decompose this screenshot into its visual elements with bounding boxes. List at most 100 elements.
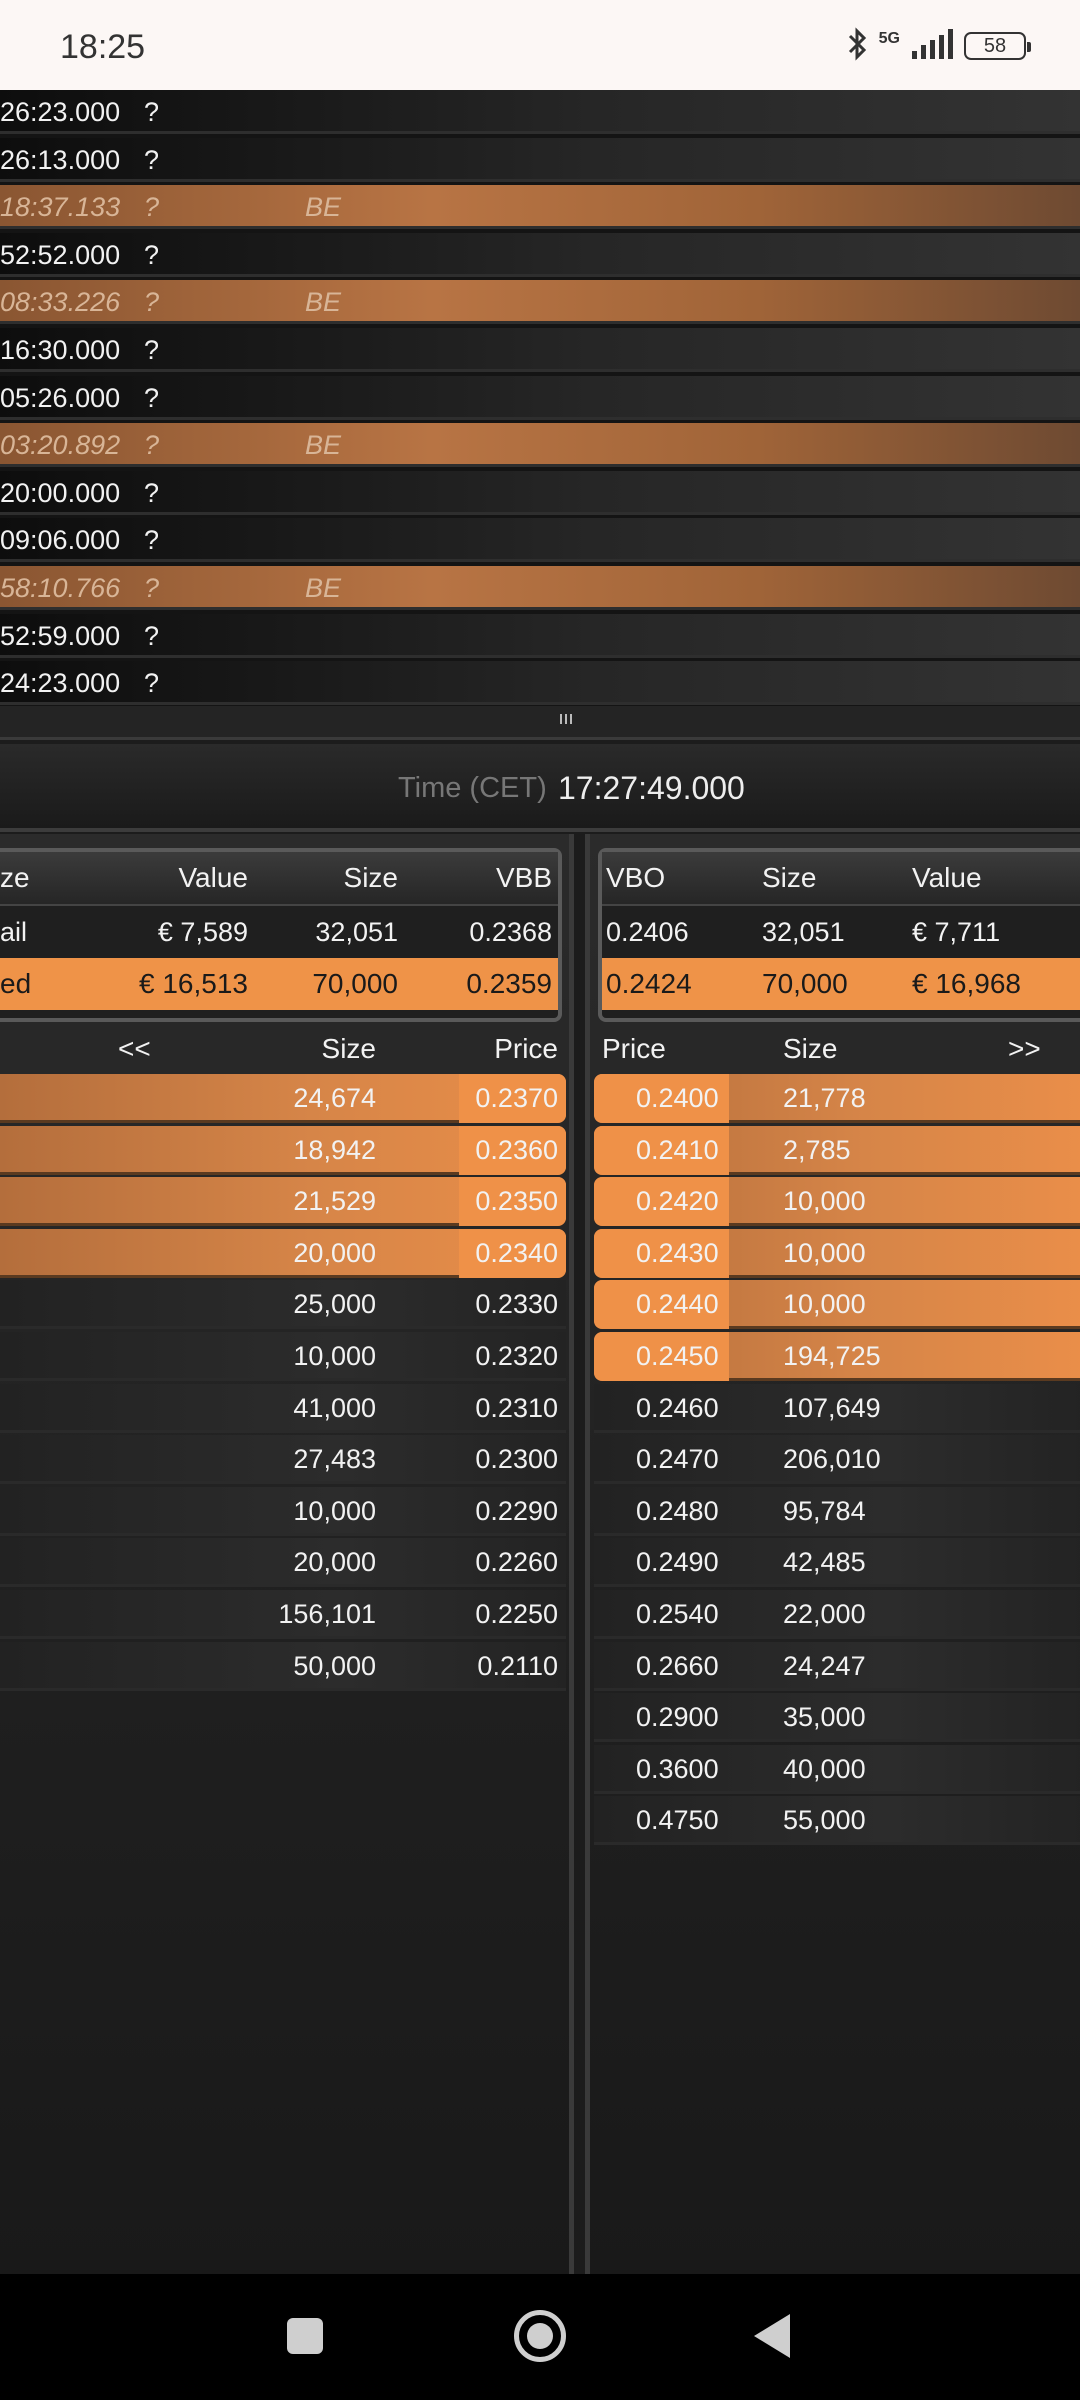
- ask-row[interactable]: 0.3600 40,000: [594, 1744, 1080, 1794]
- scroll-right-button[interactable]: >>: [1008, 1024, 1041, 1074]
- bid-summary-label: ail: [0, 917, 28, 947]
- recents-button[interactable]: [287, 2318, 323, 2354]
- trade-row[interactable]: 24:23.000?: [0, 661, 1080, 706]
- trade-row[interactable]: 26:13.000?: [0, 137, 1080, 182]
- bid-price: 0.2260: [475, 1547, 558, 1578]
- trade-row[interactable]: 58:10.766? BE: [0, 566, 1080, 610]
- trade-tag: BE: [305, 573, 342, 603]
- scroll-left-button[interactable]: <<: [118, 1024, 151, 1074]
- bid-row[interactable]: 41,000 0.2310: [0, 1383, 566, 1433]
- trade-tag: BE: [305, 430, 342, 461]
- ask-row[interactable]: 0.4750 55,000: [594, 1796, 1080, 1846]
- trade-time: 52:59.000: [0, 620, 121, 651]
- ask-size: 2,785: [783, 1134, 851, 1165]
- bid-row[interactable]: 24,674 0.2370: [0, 1074, 566, 1123]
- trade-flag: ?: [144, 668, 160, 699]
- ask-summary-header: VBO Size Value: [602, 852, 1080, 904]
- ask-price: 0.2480: [636, 1495, 719, 1526]
- ask-price: 0.2430: [594, 1228, 729, 1278]
- bid-row[interactable]: 50,000 0.2110: [0, 1641, 566, 1691]
- ask-row[interactable]: 0.2450 194,725: [594, 1332, 1080, 1381]
- ask-row[interactable]: 0.2470 206,010: [594, 1435, 1080, 1485]
- trade-tag: BE: [305, 287, 342, 318]
- ask-row[interactable]: 0.2410 2,785: [594, 1125, 1080, 1175]
- status-time: 18:25: [60, 28, 146, 66]
- ask-row[interactable]: 0.2660 24,247: [594, 1641, 1080, 1691]
- bid-row[interactable]: 21,529 0.2350: [0, 1177, 566, 1227]
- bid-row[interactable]: 20,000 0.2340: [0, 1228, 566, 1278]
- resize-handle[interactable]: [0, 706, 1080, 740]
- ask-price: 0.2440: [594, 1280, 729, 1330]
- trade-row[interactable]: 09:06.000?: [0, 518, 1080, 563]
- ask-panel: VBO Size Value 0.2406 32,051 € 7,711 0.2…: [585, 834, 1080, 2274]
- bid-row[interactable]: 27,483 0.2300: [0, 1435, 566, 1485]
- ask-book-col-size: Size: [783, 1033, 838, 1064]
- trade-row[interactable]: 52:52.000?: [0, 232, 1080, 277]
- home-button[interactable]: [514, 2310, 566, 2362]
- ask-summary-value: € 16,968: [912, 968, 1021, 999]
- clock-value: 17:27:49.000: [558, 770, 745, 806]
- trade-flag: ?: [144, 430, 160, 461]
- trade-row[interactable]: 05:26.000?: [0, 375, 1080, 420]
- trade-time: 58:10.766: [0, 573, 121, 603]
- trade-row[interactable]: 03:20.892? BE: [0, 423, 1080, 468]
- bid-row[interactable]: 20,000 0.2260: [0, 1538, 566, 1588]
- bid-summary: ze Value Size VBB ail € 7,589 32,051 0.2…: [0, 848, 562, 1022]
- bid-price: 0.2340: [459, 1228, 566, 1278]
- bid-summary-price: 0.2359: [466, 968, 552, 999]
- back-button[interactable]: [754, 2314, 790, 2358]
- bid-summary-size: 32,051: [315, 917, 398, 947]
- bid-size: 156,101: [278, 1599, 376, 1629]
- bid-summary-value: € 16,513: [139, 968, 248, 999]
- bid-row[interactable]: 25,000 0.2330: [0, 1280, 566, 1330]
- ask-summary-col-vbo: VBO: [606, 862, 666, 893]
- trade-time: 16:30.000: [0, 335, 121, 365]
- trade-time: 09:06.000: [0, 525, 121, 556]
- ask-row[interactable]: 0.2460 107,649: [594, 1383, 1080, 1433]
- bid-price: 0.2290: [475, 1495, 558, 1526]
- bid-row[interactable]: 156,101 0.2250: [0, 1590, 566, 1639]
- trade-flag: ?: [144, 573, 160, 603]
- bid-size: 20,000: [293, 1237, 376, 1268]
- trade-row[interactable]: 18:37.133? BE: [0, 185, 1080, 230]
- ask-row[interactable]: 0.2480 95,784: [594, 1486, 1080, 1536]
- trade-row[interactable]: 52:59.000?: [0, 613, 1080, 658]
- bid-summary-col-value: Value: [178, 862, 248, 893]
- ask-book-header: Price Size >>: [590, 1024, 1080, 1074]
- ask-row[interactable]: 0.2540 22,000: [594, 1590, 1080, 1639]
- bluetooth-icon: [847, 26, 869, 66]
- ask-row[interactable]: 0.2900 35,000: [594, 1693, 1080, 1743]
- navigation-bar: [0, 2274, 1080, 2400]
- ask-row[interactable]: 0.2430 10,000: [594, 1228, 1080, 1278]
- ask-row[interactable]: 0.2420 10,000: [594, 1177, 1080, 1227]
- bid-summary-value: € 7,589: [157, 917, 248, 947]
- ask-size: 10,000: [783, 1237, 866, 1268]
- ask-row[interactable]: 0.2440 10,000: [594, 1280, 1080, 1330]
- bid-row[interactable]: 18,942 0.2360: [0, 1125, 566, 1175]
- ask-book-col-price: Price: [602, 1033, 666, 1064]
- ask-row[interactable]: 0.2400 21,778: [594, 1074, 1080, 1123]
- bid-row[interactable]: 10,000 0.2320: [0, 1332, 566, 1381]
- trade-flag: ?: [144, 382, 160, 413]
- ask-size: 107,649: [783, 1392, 881, 1423]
- trade-flag: ?: [144, 192, 160, 223]
- bid-size: 18,942: [293, 1134, 376, 1165]
- ask-size: 22,000: [783, 1599, 866, 1629]
- grip-icon: [560, 714, 572, 724]
- ask-price: 0.2420: [594, 1177, 729, 1227]
- ask-price: 0.4750: [636, 1805, 719, 1836]
- ask-summary-value: € 7,711: [912, 917, 1001, 947]
- bid-price: 0.2330: [475, 1289, 558, 1320]
- ask-price: 0.2410: [594, 1125, 729, 1175]
- ask-row[interactable]: 0.2490 42,485: [594, 1538, 1080, 1588]
- trade-row[interactable]: 16:30.000?: [0, 328, 1080, 372]
- trade-log[interactable]: 26:23.000? 26:13.000? 18:37.133? BE 52:52.00…: [0, 90, 1080, 710]
- trade-row[interactable]: 26:23.000?: [0, 90, 1080, 134]
- ask-summary-row-highlight: 0.2424 70,000 € 16,968: [602, 958, 1080, 1010]
- trade-row[interactable]: 20:00.000?: [0, 470, 1080, 515]
- bid-summary-col-size-truncated: ze: [0, 862, 30, 893]
- bid-row[interactable]: 10,000 0.2290: [0, 1486, 566, 1536]
- signal-icon: [910, 28, 954, 64]
- trade-row[interactable]: 08:33.226? BE: [0, 280, 1080, 325]
- ask-summary-size: 70,000: [762, 968, 848, 999]
